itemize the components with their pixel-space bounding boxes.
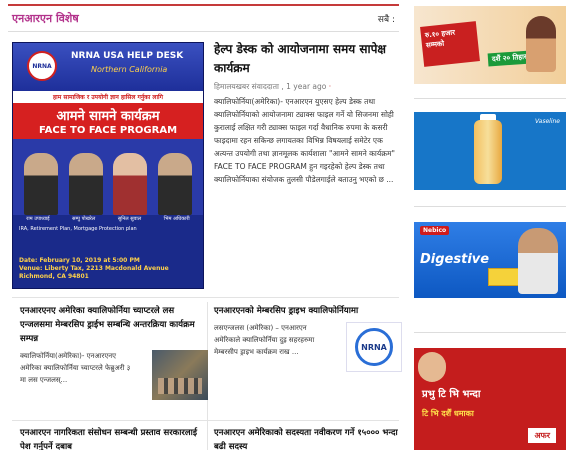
comment-icon: · [328, 82, 332, 91]
ad-banner-biscuit[interactable]: Nebico Digestive [414, 222, 566, 298]
ad-brand: Nebico [420, 226, 450, 235]
post-thumbnail[interactable] [152, 350, 208, 400]
speaker-photo [157, 153, 192, 215]
speaker-name: सुनिल सुवाल [117, 216, 142, 222]
divider [414, 98, 566, 99]
divider [414, 206, 566, 207]
featured-post: NRNA NRNA USA HELP DESK Northern Califor… [12, 40, 399, 296]
poster-venue: Venue: Liberty Tax, 2213 Macdonald Avenu… [13, 265, 203, 281]
poster-heading: NRNA USA HELP DESK [71, 51, 184, 61]
post-body: क्यालिफोर्निया(अमेरिका)- एनआरएनए अमेरिका… [20, 350, 208, 400]
speaker-photo [113, 153, 148, 215]
section-title[interactable]: एनआरएन विशेष [12, 11, 79, 26]
post-meta: हिमालयखबर संवाददाता , 1 year ago · [214, 82, 399, 92]
poster-subheading: Northern California [91, 65, 168, 74]
poster-band: हाम सामाजिक र उपयोगी ज्ञान हासिल गर्नुका… [13, 91, 203, 103]
speaker-name: राम उपाध्याई [26, 216, 50, 222]
post-time: 1 year ago [286, 82, 327, 91]
post-title[interactable]: एनआरएन अमेरिकाको सदस्यता नवीकरण गर्ने १५… [214, 426, 402, 450]
ad-model-image [418, 352, 446, 382]
nrna-logo-icon: NRNA [27, 51, 57, 81]
featured-text: हेल्प डेस्क को आयोजनामा समय सापेक्ष कार्… [214, 40, 399, 186]
divider [12, 297, 399, 298]
speaker-photo [68, 153, 103, 215]
speaker-name: भिम अधिकारी [163, 216, 190, 222]
ad-tag: दशैं २० तिहार [487, 50, 532, 67]
post-title[interactable]: एनआरएन नागरिकता संसोधन सम्बन्धी प्रस्ताव… [20, 426, 208, 450]
ad-banner-vaseline[interactable]: Vaseline [414, 112, 566, 190]
post-body: लसएन्जलस (अमेरिका) – एनआरएन अमेरिकाले क्… [214, 322, 402, 372]
main-column: एनआरएन विशेष सबै : NRNA NRNA USA HELP DE… [8, 4, 402, 450]
post-author[interactable]: हिमालयखबर संवाददाता [214, 82, 279, 91]
nrna-emblem-icon: NRNA [355, 328, 393, 366]
poster-header: NRNA NRNA USA HELP DESK Northern Califor… [13, 43, 203, 91]
ad-badge: रु.१० हजार सम्मको [420, 21, 480, 67]
featured-title[interactable]: हेल्प डेस्क को आयोजनामा समय सापेक्ष कार्… [214, 40, 399, 78]
ad-offer: अफर [528, 428, 556, 443]
poster-red-title: आमने सामने कार्यक्रम [13, 103, 203, 125]
speaker-name: सम्पु पोखरेल [72, 216, 96, 222]
ad-model-image [518, 228, 558, 294]
poster-program: FACE TO FACE PROGRAM [13, 125, 203, 139]
post-thumbnail[interactable]: NRNA [346, 322, 402, 372]
post-card: एनआरएन अमेरिकाको सदस्यता नवीकरण गर्ने १५… [214, 426, 402, 450]
ad-line: टि भि दर्शैं धमाका [422, 409, 474, 418]
ad-line: प्रभु टि भि भन्दा [422, 389, 481, 400]
poster-info: IRA, Retirement Plan, Mortgage Protectio… [19, 226, 137, 232]
post-excerpt: लसएन्जलस (अमेरिका) – एनआरएन अमेरिकाले क्… [214, 324, 315, 356]
poster-date: Date: February 10, 2019 at 5:00 PM [13, 257, 203, 265]
ad-banner-dashain[interactable]: रु.१० हजार सम्मको दशैं २० तिहार [414, 6, 566, 84]
post-excerpt: क्यालिफोर्निया(अमेरिका)- एनआरएनए अमेरिका… [20, 352, 131, 384]
speaker-photo [24, 153, 59, 215]
ad-title: Digestive [420, 252, 490, 267]
ad-brand: Vaseline [534, 118, 560, 125]
featured-excerpt: क्यालिफोर्निया(अमेरिका)- एनआरएन युएसए हे… [214, 97, 395, 184]
biscuit-pack-icon [488, 268, 522, 286]
divider [414, 332, 566, 333]
lotion-bottle-icon [474, 120, 502, 184]
ad-model-image [526, 16, 556, 72]
speaker-names: राम उपाध्याई सम्पु पोखरेल सुनिल सुवाल भि… [13, 215, 203, 223]
post-title[interactable]: एनआरएनए अमेरिका क्यालिफोर्निया च्याप्टरल… [20, 304, 208, 346]
meta-separator: , [281, 82, 284, 91]
ad-banner-prabhu-tv[interactable]: प्रभु टि भि भन्दा टि भि दर्शैं धमाका अफर [414, 348, 566, 450]
view-all-link[interactable]: सबै : [378, 12, 395, 25]
post-card: एनआरएनको मेम्बरसिप ड्राइभ क्यालिफोर्निया… [214, 304, 402, 372]
post-card: एनआरएन नागरिकता संसोधन सम्बन्धी प्रस्ताव… [20, 426, 208, 450]
poster-speakers [13, 139, 203, 215]
post-title[interactable]: एनआरएनको मेम्बरसिप ड्राइभ क्यालिफोर्निया… [214, 304, 402, 318]
post-card: एनआरएनए अमेरिका क्यालिफोर्निया च्याप्टरल… [20, 304, 208, 400]
section-header: एनआरएन विशेष सबै : [8, 4, 399, 32]
page: एनआरएन विशेष सबै : NRNA NRNA USA HELP DE… [0, 0, 581, 450]
featured-image[interactable]: NRNA NRNA USA HELP DESK Northern Califor… [12, 42, 204, 289]
divider [12, 420, 399, 421]
